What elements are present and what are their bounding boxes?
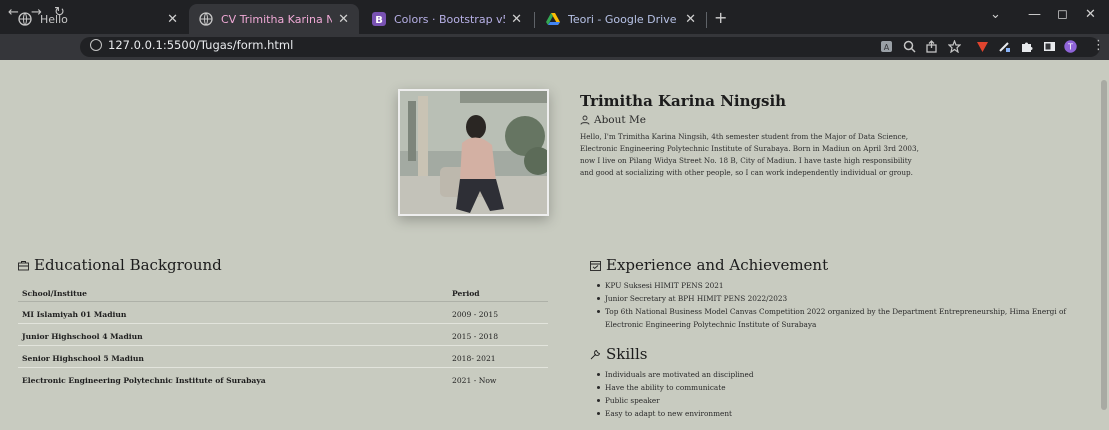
profile-photo [398, 89, 549, 216]
table-header-row: School/Institue Period [18, 281, 548, 302]
list-item: Individuals are motivated an disciplined [594, 368, 994, 381]
svg-text:T: T [1067, 43, 1073, 52]
column-header-school: School/Institue [22, 289, 88, 298]
about-heading-label: About Me [594, 114, 646, 126]
experience-heading-label: Experience and Achievement [606, 256, 829, 274]
list-item: Easy to adapt to new environment [594, 407, 994, 420]
tools-icon [590, 349, 601, 359]
globe-icon [199, 12, 213, 26]
svg-text:A: A [884, 43, 890, 52]
site-info-icon[interactable] [90, 39, 102, 51]
extensions-puzzle-icon[interactable] [1020, 40, 1033, 53]
table-row: Junior Highschool 4 Madiun 2015 - 2018 [18, 324, 548, 346]
tab-title: Teori - Google Drive [568, 12, 677, 26]
zoom-icon[interactable] [903, 40, 916, 53]
about-heading: About Me [580, 114, 646, 126]
about-text: Hello, I'm Trimitha Karina Ningsih, 4th … [580, 132, 919, 177]
education-heading-label: Educational Background [34, 256, 222, 274]
tab-title: Colors · Bootstrap v5.3 [394, 12, 505, 26]
experience-heading: Experience and Achievement [590, 256, 828, 274]
close-icon[interactable]: ✕ [167, 12, 178, 27]
table-row: Electronic Engineering Polytechnic Insti… [18, 368, 548, 390]
skills-heading-label: Skills [606, 345, 648, 363]
period-cell: 2009 - 2015 [452, 310, 499, 319]
scrollbar-thumb[interactable] [1101, 80, 1107, 410]
period-cell: 2018- 2021 [452, 354, 496, 363]
person-icon [580, 115, 590, 125]
calendar-check-icon [590, 260, 601, 271]
menu-kebab-icon[interactable]: ⋮ [1092, 38, 1105, 53]
list-item: Have the ability to communicate [594, 381, 994, 394]
bookmark-star-icon[interactable] [948, 40, 961, 53]
google-drive-icon [546, 12, 560, 26]
list-item: Public speaker [594, 394, 994, 407]
education-table: School/Institue Period MI Islamiyah 01 M… [18, 281, 548, 390]
briefcase-icon [18, 260, 29, 270]
back-icon[interactable]: ← [8, 5, 19, 20]
tab-google-drive[interactable]: Teori - Google Drive ✕ [536, 4, 706, 34]
list-item: Top 6th National Business Model Canvas C… [594, 305, 1094, 331]
education-heading: Educational Background [18, 256, 222, 274]
period-cell: 2015 - 2018 [452, 332, 499, 341]
svg-text:B: B [375, 15, 383, 26]
share-icon[interactable] [925, 40, 938, 53]
tab-title: CV Trimitha Karina Ningsih [221, 12, 333, 26]
list-item: KPU Suksesi HIMIT PENS 2021 [594, 279, 1094, 292]
translate-icon[interactable]: A [880, 40, 893, 53]
school-cell: Junior Highschool 4 Madiun [22, 332, 143, 341]
tab-divider [706, 12, 707, 28]
period-cell: 2021 - Now [452, 376, 497, 385]
shield-extension-icon[interactable] [976, 40, 989, 53]
side-panel-icon[interactable] [1043, 40, 1056, 53]
profile-name: Trimitha Karina Ningsih [580, 92, 787, 110]
url-text[interactable]: 127.0.0.1:5500/Tugas/form.html [108, 38, 293, 52]
forward-icon[interactable]: → [31, 5, 42, 20]
pen-extension-icon[interactable] [998, 40, 1011, 53]
school-cell: MI Islamiyah 01 Madiun [22, 310, 127, 319]
bootstrap-icon: B [372, 12, 386, 26]
close-icon[interactable]: ✕ [685, 12, 696, 27]
tab-bootstrap[interactable]: B Colors · Bootstrap v5.3 ✕ [362, 4, 532, 34]
skills-heading: Skills [590, 345, 647, 363]
window-close-icon[interactable]: ✕ [1085, 7, 1096, 22]
table-row: MI Islamiyah 01 Madiun 2009 - 2015 [18, 302, 548, 324]
experience-list: KPU Suksesi HIMIT PENS 2021 Junior Secre… [594, 279, 1094, 331]
new-tab-icon[interactable]: + [714, 8, 727, 27]
column-header-period: Period [452, 289, 480, 298]
skills-list: Individuals are motivated an disciplined… [594, 368, 994, 420]
tab-cv[interactable]: CV Trimitha Karina Ningsih ✕ [189, 4, 359, 34]
tab-divider [534, 12, 535, 28]
tab-search-icon[interactable]: ⌄ [990, 7, 1001, 22]
globe-icon [18, 12, 32, 26]
profile-avatar-icon[interactable]: T [1064, 40, 1077, 53]
close-icon[interactable]: ✕ [338, 12, 349, 27]
table-row: Senior Highschool 5 Madiun 2018- 2021 [18, 346, 548, 368]
list-item: Junior Secretary at BPH HIMIT PENS 2022/… [594, 292, 1094, 305]
minimize-icon[interactable]: — [1028, 7, 1041, 22]
reload-icon[interactable]: ↻ [54, 5, 65, 20]
school-cell: Senior Highschool 5 Madiun [22, 354, 144, 363]
school-cell: Electronic Engineering Polytechnic Insti… [22, 376, 266, 385]
close-icon[interactable]: ✕ [511, 12, 522, 27]
maximize-icon[interactable]: ◻ [1057, 7, 1068, 22]
